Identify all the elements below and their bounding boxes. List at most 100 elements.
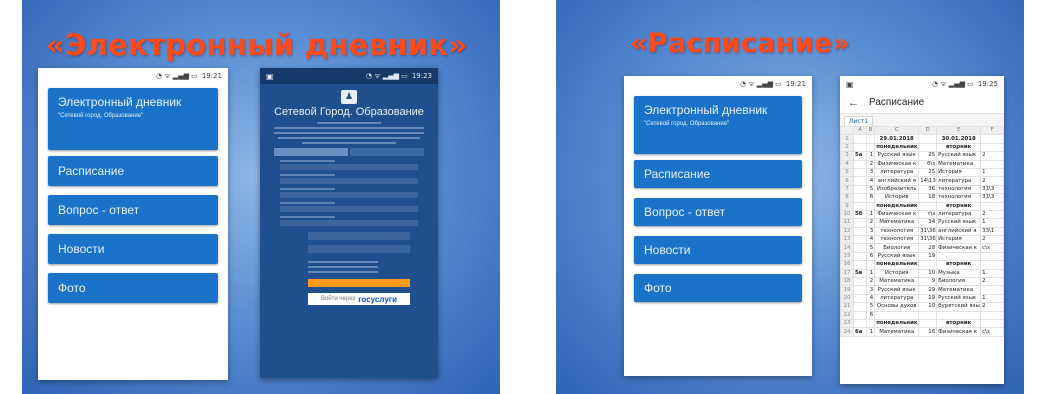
table-cell[interactable]: 2 (866, 218, 876, 228)
row-number-cell[interactable]: 21 (840, 302, 855, 312)
table-cell[interactable] (980, 285, 1004, 295)
menu-button-schedule[interactable]: Расписание (634, 160, 802, 188)
table-cell[interactable]: 2 (980, 235, 1004, 245)
table-cell[interactable]: 19 (918, 251, 938, 262)
menu-button-photo[interactable]: Фото (48, 273, 218, 303)
table-cell[interactable] (918, 201, 938, 211)
table-cell[interactable]: 1 (980, 218, 1004, 228)
table-cell[interactable]: б\з (918, 159, 938, 169)
table-cell[interactable]: 5а (853, 151, 868, 161)
table-cell[interactable]: 25 (918, 167, 938, 178)
table-cell[interactable]: 2 (866, 277, 876, 287)
row-number-cell[interactable]: 5 (840, 167, 855, 178)
tab-education-authority[interactable] (350, 148, 424, 156)
menu-button-schedule[interactable]: Расписание (48, 156, 218, 186)
table-cell[interactable]: 14\13 (918, 176, 938, 186)
table-cell[interactable]: Математика (874, 327, 920, 337)
table-cell[interactable]: 1 (980, 167, 1004, 178)
table-cell[interactable]: Биология (874, 243, 920, 253)
row-number-cell[interactable]: 17 (840, 268, 855, 279)
table-cell[interactable]: 1 (866, 327, 876, 337)
table-cell[interactable]: 6 (866, 193, 876, 203)
table-cell[interactable]: История (936, 167, 982, 178)
table-cell[interactable]: Математика (936, 285, 982, 295)
table-cell[interactable]: вторник (936, 201, 982, 211)
table-cell[interactable]: английский я (936, 226, 982, 237)
table-cell[interactable]: 31\3 (980, 184, 1004, 195)
table-cell[interactable]: Математика (936, 159, 982, 169)
table-cell[interactable]: 1 (980, 293, 1004, 304)
table-cell[interactable]: 29.01.2018 (874, 134, 920, 144)
school-select[interactable] (280, 220, 418, 226)
row-number-cell[interactable]: 11 (840, 218, 855, 228)
row-number-cell[interactable]: 19 (840, 285, 855, 295)
table-cell[interactable] (853, 184, 868, 195)
table-cell[interactable]: 19 (918, 285, 938, 295)
menu-button-qa[interactable]: Вопрос - ответ (48, 195, 218, 225)
menu-button-diary[interactable]: Электронный дневник "Сетевой город. Обра… (634, 96, 802, 154)
table-cell[interactable]: История (936, 235, 982, 245)
table-cell[interactable]: 2 (980, 209, 1004, 220)
menu-button-news[interactable]: Новости (48, 234, 218, 264)
table-cell[interactable]: 3 (866, 285, 876, 295)
tab-organization[interactable] (274, 148, 348, 156)
table-cell[interactable]: 16 (918, 327, 938, 337)
table-cell[interactable]: 5 (866, 302, 876, 312)
row-number-cell[interactable]: 4 (840, 159, 855, 169)
table-cell[interactable]: 3 (866, 167, 876, 178)
row-number-cell[interactable]: 1 (840, 134, 855, 144)
table-cell[interactable]: технология (874, 235, 920, 245)
row-number-cell[interactable]: 24 (840, 327, 855, 337)
table-cell[interactable]: 31\36 (918, 226, 938, 237)
table-cell[interactable]: Музыка (936, 268, 982, 279)
table-cell[interactable] (853, 277, 868, 287)
row-number-cell[interactable]: 12 (840, 226, 855, 237)
district-select[interactable] (280, 178, 418, 184)
table-cell[interactable]: 19 (918, 293, 938, 304)
table-cell[interactable]: 33\1 (980, 226, 1004, 237)
row-number-cell[interactable]: 6 (840, 176, 855, 186)
table-cell[interactable]: 1 (866, 268, 876, 279)
table-cell[interactable] (853, 260, 868, 270)
table-cell[interactable]: бурятский язы (936, 302, 982, 312)
table-cell[interactable]: 4 (866, 293, 876, 304)
arrow-left-icon[interactable]: ← (848, 97, 859, 109)
table-cell[interactable]: 2 (980, 151, 1004, 161)
table-cell[interactable]: 1 (866, 151, 876, 161)
table-cell[interactable]: 6а (853, 327, 868, 337)
table-cell[interactable]: вторник (936, 142, 982, 153)
table-cell[interactable]: Физическая к (936, 243, 982, 253)
table-cell[interactable]: 3 (866, 226, 876, 237)
table-cell[interactable] (980, 310, 1004, 321)
table-cell[interactable]: Физическая к (874, 209, 920, 220)
username-input[interactable] (308, 232, 410, 240)
login-button[interactable] (308, 279, 410, 287)
table-cell[interactable]: технология (936, 184, 982, 195)
row-number-cell[interactable]: 22 (840, 310, 855, 321)
table-cell[interactable] (853, 318, 868, 329)
table-cell[interactable] (980, 260, 1004, 270)
table-cell[interactable] (980, 318, 1004, 329)
table-cell[interactable]: литература (936, 176, 982, 186)
table-cell[interactable]: Основы духов (874, 302, 920, 312)
table-cell[interactable]: 31\36 (918, 235, 938, 245)
table-cell[interactable]: 5в (853, 268, 868, 279)
table-cell[interactable]: 9 (918, 277, 938, 287)
row-number-cell[interactable]: 9 (840, 201, 855, 211)
table-cell[interactable]: Русский язык (936, 218, 982, 228)
table-cell[interactable]: 28 (918, 243, 938, 253)
table-cell[interactable]: Русский язык (874, 285, 920, 295)
table-cell[interactable]: 10 (918, 302, 938, 312)
table-cell[interactable]: английский я (874, 176, 920, 186)
table-cell[interactable] (918, 142, 938, 153)
region-select[interactable] (280, 164, 418, 170)
table-cell[interactable]: 34 (918, 218, 938, 228)
table-cell[interactable]: Математика (874, 277, 920, 287)
table-cell[interactable] (918, 310, 938, 321)
table-cell[interactable] (853, 293, 868, 304)
table-cell[interactable]: 6 (866, 310, 876, 321)
table-cell[interactable]: понедельник (874, 142, 920, 153)
table-cell[interactable]: Биология (936, 277, 982, 287)
table-cell[interactable]: 4 (866, 176, 876, 186)
table-cell[interactable]: Физическая к (936, 327, 982, 337)
